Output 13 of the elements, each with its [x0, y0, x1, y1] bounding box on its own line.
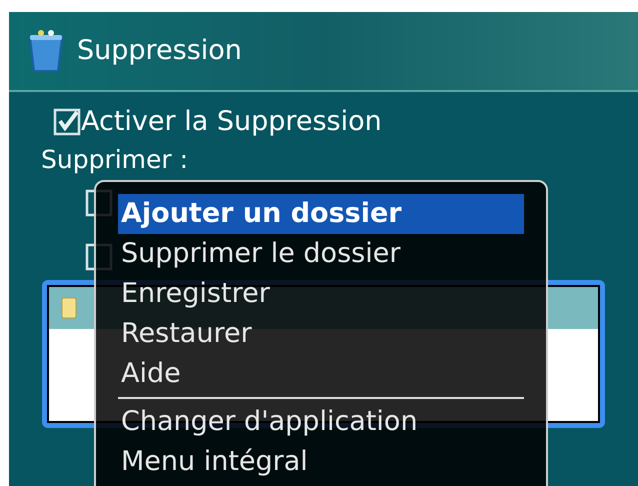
menu-item[interactable]: Changer d'application: [118, 402, 524, 442]
menu-item[interactable]: Aide: [118, 354, 524, 394]
folder-icon: [61, 297, 77, 319]
checked-checkbox[interactable]: [53, 107, 81, 137]
section-label: Supprimer :: [40, 144, 188, 176]
window-title: Suppression: [77, 34, 242, 68]
menu-item[interactable]: Restaurer: [118, 314, 524, 354]
menu-item[interactable]: Supprimer le dossier: [118, 234, 524, 274]
checkbox-label: Activer la Suppression: [81, 105, 382, 139]
trash-bin-icon: [27, 29, 65, 73]
menu-item[interactable]: Enregistrer: [118, 274, 524, 314]
menu-item[interactable]: Ajouter un dossier: [118, 194, 524, 234]
menu-item[interactable]: Menu intégral: [118, 442, 524, 482]
